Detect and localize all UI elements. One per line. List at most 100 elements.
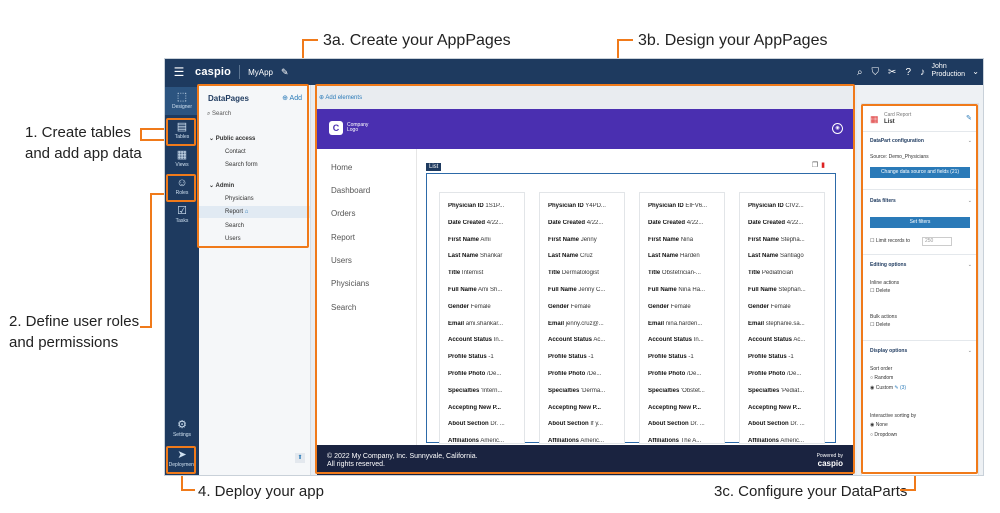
chevron-down-icon[interactable]: ⌄ <box>972 67 979 76</box>
datapage-item[interactable]: Contact <box>225 149 246 155</box>
nav-tasks[interactable]: ☑ Tasks <box>165 201 199 229</box>
annotation-create-tables-line2: and add app data <box>25 145 142 162</box>
card-field-label: Profile Status <box>748 354 787 361</box>
card-field-value: Nina <box>680 236 694 243</box>
section-dp-config[interactable]: DataPart configuration <box>870 138 924 144</box>
divider <box>239 65 241 79</box>
card-field-label: Account Status <box>548 337 593 344</box>
list-card[interactable]: Physician ID CIV2... Date Created 4/22...… <box>739 192 825 444</box>
card-field-label: Title <box>448 270 461 277</box>
callout-line <box>302 39 318 41</box>
list-card[interactable]: Physician ID 1S1P... Date Created 4/22...… <box>439 192 525 444</box>
user-menu[interactable]: John Production <box>932 63 965 79</box>
section-editing-options[interactable]: Editing options <box>870 262 906 268</box>
datapage-item[interactable]: Search form <box>225 162 258 168</box>
chevron-down-icon[interactable]: ⌄ <box>968 348 972 354</box>
card-field-label: Last Name <box>748 253 779 260</box>
group-public-access[interactable]: ⌄ Public access <box>209 135 255 142</box>
sort-custom-radio[interactable]: ◉ Custom ✎ (3) <box>870 385 906 391</box>
edit-icon[interactable]: ✎ <box>966 114 972 122</box>
card-field-value: Ac... <box>593 337 606 344</box>
card-field-value: Internist <box>461 270 484 277</box>
set-filters-button[interactable]: Set filters <box>870 217 970 228</box>
trash-icon[interactable]: ▮ <box>821 161 825 169</box>
card-field: Account Status Ac... <box>548 337 624 343</box>
menu-icon[interactable]: ☰ <box>165 65 193 79</box>
page-nav-item[interactable]: Report <box>331 233 355 242</box>
list-tag[interactable]: List <box>426 163 442 171</box>
page-nav-item[interactable]: Dashboard <box>331 186 370 195</box>
page-nav-item[interactable]: Orders <box>331 209 355 218</box>
chevron-down-icon[interactable]: ⌄ <box>968 138 972 144</box>
list-card[interactable]: Physician ID EIFV6... Date Created 4/22..… <box>639 192 725 444</box>
change-data-source-button[interactable]: Change data source and fields (21) <box>870 167 970 178</box>
datapage-item[interactable]: Search <box>225 223 244 229</box>
nav-deployment[interactable]: ➤ Deployment <box>165 445 199 473</box>
card-field-value: Nina Ha... <box>678 287 706 293</box>
card-field: Affiliations Americ... <box>748 438 824 444</box>
chevron-down-icon[interactable]: ⌄ <box>968 262 972 268</box>
nav-label: Tasks <box>175 218 189 224</box>
chevron-down-icon[interactable]: ⌄ <box>968 198 972 204</box>
nav-settings[interactable]: ⚙ Settings <box>165 415 199 443</box>
card-field: Last Name Shankar <box>448 253 524 259</box>
pencil-icon[interactable]: ✎ <box>281 67 289 78</box>
add-datapage-button[interactable]: ⊕ Add <box>282 94 302 102</box>
upload-icon[interactable]: ⬆ <box>295 453 305 463</box>
datapage-item[interactable]: Physicians <box>225 196 254 202</box>
card-field: Gender Female <box>548 304 624 310</box>
account-icon[interactable]: ◉ <box>832 123 843 134</box>
page-nav-item[interactable]: Users <box>331 256 352 265</box>
card-field: Accepting New P... <box>448 405 524 411</box>
sorting-none-radio[interactable]: ◉ None <box>870 422 888 428</box>
footer-line: © 2022 My Company, Inc. Sunnyvale, Calif… <box>327 453 478 460</box>
sort-random-radio[interactable]: ○ Random <box>870 375 893 381</box>
group-admin[interactable]: ⌄ Admin <box>209 182 234 189</box>
card-field: Accepting New P... <box>648 405 724 411</box>
card-field: Last Name Harden <box>648 253 724 259</box>
list-card[interactable]: Physician ID Y4PD... Date Created 4/22...… <box>539 192 625 444</box>
card-field-value: CIV2... <box>785 203 804 209</box>
list-datapart[interactable]: ❐ ▮ Physician ID 1S1P... Date Created 4/2… <box>426 160 836 444</box>
datapages-search[interactable]: ⌕ Search <box>207 111 303 123</box>
shield-icon[interactable]: ⛉ <box>872 67 880 78</box>
card-field-label: Physician ID <box>648 203 684 209</box>
sorting-dropdown-radio[interactable]: ○ Dropdown <box>870 432 897 438</box>
tools-icon[interactable]: ✂ <box>888 67 896 78</box>
add-elements-button[interactable]: ⊕ Add elements <box>319 94 362 101</box>
card-field-value: -1 <box>788 354 794 361</box>
nav-designer[interactable]: ⬚ Designer <box>165 87 199 115</box>
search-icon[interactable]: ⌕ <box>857 67 863 78</box>
bulk-delete-checkbox[interactable]: ☐ Delete <box>870 322 890 328</box>
nav-roles[interactable]: ☺ Roles <box>165 173 199 201</box>
annotation-user-roles-line1: 2. Define user roles <box>9 313 140 330</box>
inline-delete-checkbox[interactable]: ☐ Delete <box>870 288 890 294</box>
limit-records-input[interactable]: 250 <box>922 237 952 246</box>
radio-label: None <box>875 422 888 428</box>
card-field: Specialties 'Derma... <box>548 388 624 394</box>
card-field: Physician ID Y4PD... <box>548 203 624 209</box>
card-field: Date Created 4/22... <box>748 220 824 226</box>
section-display-options[interactable]: Display options <box>870 348 907 354</box>
copy-icon[interactable]: ❐ <box>812 161 818 169</box>
help-icon[interactable]: ? <box>905 67 911 78</box>
datapage-item-report[interactable]: Report ⌂ <box>225 209 248 215</box>
page-nav-item[interactable]: Home <box>331 163 352 172</box>
nav-tables[interactable]: ▤ Tables <box>165 117 199 145</box>
nav-views[interactable]: ▦ Views <box>165 145 199 173</box>
card-field-value: Jenny <box>580 236 597 243</box>
card-field-label: Physician ID <box>748 203 784 209</box>
datapage-item[interactable]: Users <box>225 236 241 242</box>
limit-records-checkbox[interactable]: ☐ Limit records to <box>870 238 910 244</box>
section-data-filters[interactable]: Data filters <box>870 198 896 204</box>
page-nav-item[interactable]: Search <box>331 303 356 312</box>
app-name[interactable]: MyApp <box>248 68 273 77</box>
bell-icon[interactable]: ♪ <box>920 67 925 78</box>
card-field-label: About Section <box>748 421 789 428</box>
page-nav-item[interactable]: Physicians <box>331 279 369 288</box>
card-field: Gender Female <box>748 304 824 310</box>
card-field-label: First Name <box>648 236 680 243</box>
card-field-label: Date Created <box>548 219 586 226</box>
card-field: Accepting New P... <box>548 405 624 411</box>
pencil-icon[interactable]: ✎ <box>894 385 898 391</box>
